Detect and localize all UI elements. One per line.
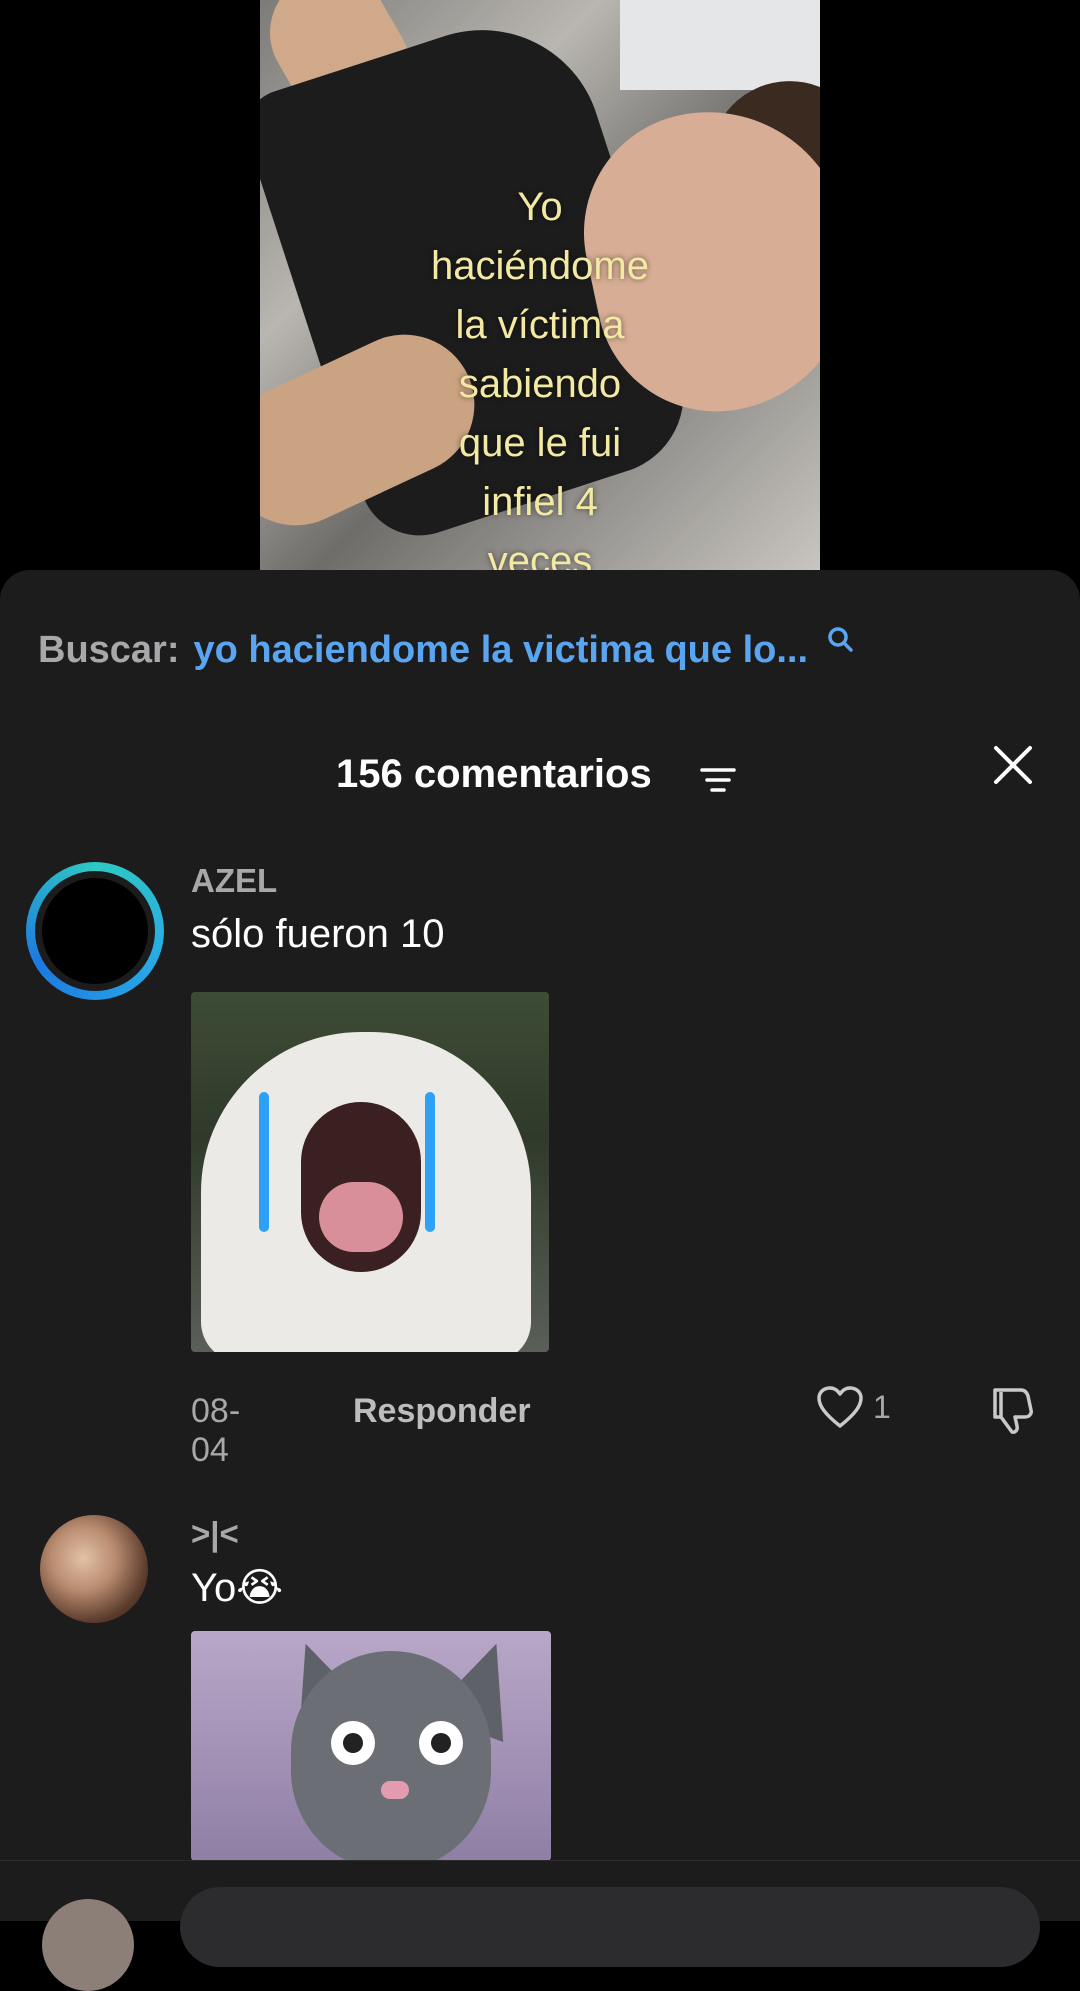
like-button[interactable]: 1 <box>815 1384 891 1430</box>
filter-lines-icon[interactable] <box>700 766 736 801</box>
crying-dog-gif[interactable] <box>191 992 549 1352</box>
comment-item: >|< Yo😭 <box>0 1515 1080 1915</box>
search-icon[interactable] <box>826 620 854 663</box>
dislike-icon[interactable] <box>987 1384 1039 1445</box>
related-search[interactable]: Buscar: yo haciendome la victima que lo.… <box>38 620 854 680</box>
heart-icon <box>817 1386 863 1428</box>
comment-text: sólo fueron 10 <box>191 912 445 956</box>
video-player[interactable]: Yo haciéndome la víctima sabiendo que le… <box>0 0 1080 583</box>
comment-count: 156 comentarios <box>336 752 652 796</box>
search-query[interactable]: yo haciendome la victima que lo... <box>194 629 809 672</box>
comments-sheet: Buscar: yo haciendome la victima que lo.… <box>0 570 1080 1920</box>
avatar[interactable] <box>40 1515 148 1623</box>
search-label: Buscar: <box>38 628 180 671</box>
comment-text: Yo😭 <box>191 1566 283 1610</box>
comment-username[interactable]: AZEL <box>191 862 277 900</box>
tear-left <box>259 1092 269 1232</box>
comments-header: 156 comentarios <box>0 740 1080 810</box>
close-icon[interactable] <box>990 742 1036 793</box>
comment-item: AZEL sólo fueron 10 08-04 Responder 1 <box>0 862 1080 1469</box>
avatar[interactable] <box>26 862 164 1000</box>
video-background <box>620 0 820 90</box>
comment-composer <box>0 1860 1080 1991</box>
like-count: 1 <box>873 1388 891 1425</box>
tear-right <box>425 1092 435 1232</box>
comment-username[interactable]: >|< <box>191 1515 239 1553</box>
comment-date: 08-04 <box>191 1392 241 1469</box>
add-comment-input[interactable] <box>180 1887 1040 1967</box>
talking-cat-gif[interactable] <box>191 1631 551 1861</box>
video-caption: Yo haciéndome la víctima sabiendo que le… <box>431 185 649 583</box>
reply-button[interactable]: Responder <box>353 1392 531 1431</box>
my-avatar <box>42 1899 134 1991</box>
